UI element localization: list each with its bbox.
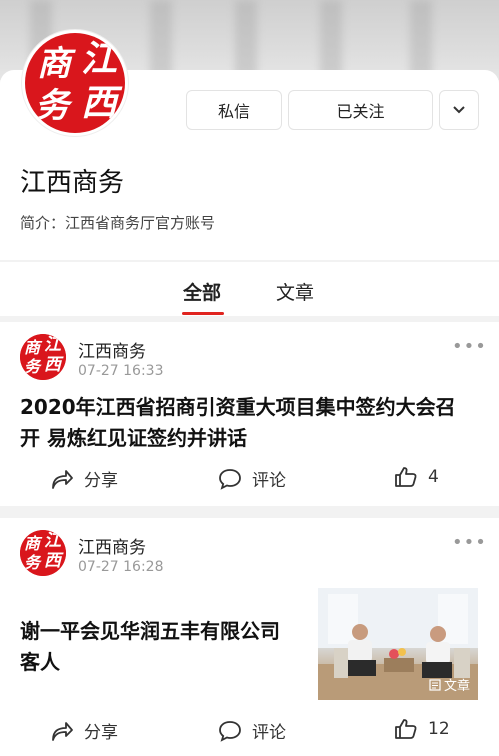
- active-tab-indicator: [182, 312, 224, 315]
- more-dots-icon[interactable]: •••: [452, 336, 487, 357]
- more-dots-icon[interactable]: •••: [452, 532, 487, 553]
- comment-button[interactable]: 评论: [218, 466, 286, 491]
- comment-button[interactable]: 评论: [218, 718, 286, 743]
- post-author[interactable]: 江西商务: [78, 337, 146, 362]
- post-time: 07-27 16:33: [78, 363, 164, 379]
- tab-all[interactable]: 全部: [183, 278, 221, 305]
- share-icon: [52, 469, 73, 489]
- post-card[interactable]: 商 江 务 西 江西商务 07-27 16:33 ••• 2020年江西省招商引…: [0, 322, 499, 506]
- share-button[interactable]: 分享: [50, 718, 118, 743]
- comment-icon: [219, 720, 241, 742]
- seal-logo: 商 江 务 西: [25, 33, 125, 133]
- tab-articles[interactable]: 文章: [276, 278, 314, 305]
- share-button[interactable]: 分享: [50, 466, 118, 491]
- post-time: 07-27 16:28: [78, 559, 164, 575]
- follow-button-label: 已关注: [336, 102, 385, 121]
- chevron-down-icon: [453, 106, 465, 114]
- like-button[interactable]: 4: [394, 466, 439, 488]
- tab-bar: 全部 文章: [0, 262, 499, 316]
- follow-button[interactable]: 已关注: [288, 90, 433, 130]
- profile-intro: 简介：江西省商务厅官方账号: [20, 214, 216, 232]
- message-button[interactable]: 私信: [186, 90, 282, 130]
- thumbs-up-icon: [395, 467, 417, 487]
- like-button[interactable]: 12: [394, 718, 450, 740]
- post-title[interactable]: 2020年江西省招商引资重大项目集中签约大会召 开 易炼红见证签约并讲话: [20, 392, 456, 454]
- seal-logo: 商 江 务 西: [20, 334, 66, 380]
- comment-icon: [219, 468, 241, 490]
- post-thumbnail[interactable]: 文章: [318, 588, 478, 700]
- share-icon: [52, 721, 73, 741]
- post-title[interactable]: 谢一平会见华润五丰有限公司 客人: [20, 616, 280, 678]
- post-author[interactable]: 江西商务: [78, 533, 146, 558]
- profile-avatar[interactable]: 商 江 务 西: [22, 30, 128, 136]
- post-avatar[interactable]: 商 江 务 西: [20, 530, 66, 576]
- more-options-button[interactable]: [439, 90, 479, 130]
- profile-name: 江西商务: [20, 168, 125, 198]
- article-tag: 文章: [429, 675, 470, 694]
- thumbs-up-icon: [395, 719, 417, 739]
- seal-logo: 商 江 务 西: [20, 530, 66, 576]
- message-button-label: 私信: [217, 102, 250, 121]
- article-icon: [429, 678, 441, 691]
- post-avatar[interactable]: 商 江 务 西: [20, 334, 66, 380]
